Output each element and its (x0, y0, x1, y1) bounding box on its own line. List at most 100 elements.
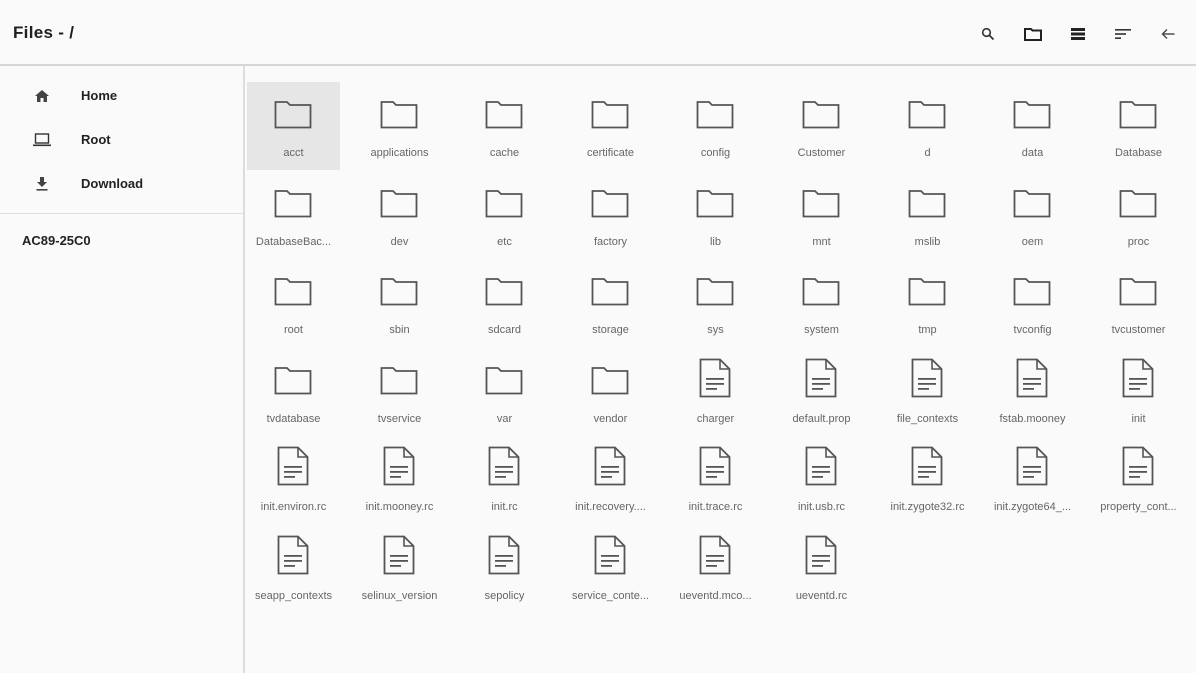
folder-item[interactable]: mslib (881, 171, 974, 259)
folder-item[interactable]: dev (353, 171, 446, 259)
folder-item[interactable]: config (669, 82, 762, 170)
folder-item[interactable]: sbin (353, 259, 446, 347)
item-name: config (700, 147, 731, 159)
file-item[interactable]: fstab.mooney (986, 348, 1079, 436)
file-item[interactable]: default.prop (775, 348, 868, 436)
item-name: charger (696, 413, 735, 425)
folder-icon (591, 185, 629, 221)
folder-item[interactable]: d (881, 82, 974, 170)
file-item[interactable]: property_cont... (1092, 436, 1185, 524)
folder-item[interactable]: Database (1092, 82, 1185, 170)
folder-icon (908, 96, 946, 132)
folder-item[interactable]: oem (986, 171, 1079, 259)
folder-icon (1119, 185, 1157, 221)
folder-item[interactable]: etc (458, 171, 551, 259)
list-view-icon (1071, 28, 1085, 40)
folder-item[interactable]: sys (669, 259, 762, 347)
sort-button[interactable] (1113, 24, 1133, 44)
file-item[interactable]: init.usb.rc (775, 436, 868, 524)
folder-item[interactable]: mnt (775, 171, 868, 259)
folder-icon (696, 96, 734, 132)
folder-item[interactable]: var (458, 348, 551, 436)
file-item[interactable]: init.zygote64_... (986, 436, 1079, 524)
folder-item[interactable]: data (986, 82, 1079, 170)
file-item[interactable]: seapp_contexts (247, 525, 340, 613)
search-button[interactable] (978, 24, 998, 44)
folder-icon (591, 96, 629, 132)
folder-item[interactable]: cache (458, 82, 551, 170)
item-name: sys (707, 324, 724, 336)
item-name: init.trace.rc (688, 501, 743, 513)
file-icon (274, 444, 312, 488)
sidebar-item-device[interactable]: AC89-25C0 (22, 233, 91, 248)
folder-item[interactable]: tmp (881, 259, 974, 347)
folder-item[interactable]: certificate (564, 82, 657, 170)
folder-item[interactable]: acct (247, 82, 340, 170)
item-name: file_contexts (896, 413, 959, 425)
file-item[interactable]: ueventd.mco... (669, 525, 762, 613)
file-item[interactable]: ueventd.rc (775, 525, 868, 613)
file-item[interactable]: init.mooney.rc (353, 436, 446, 524)
file-icon (1119, 444, 1157, 488)
folder-item[interactable]: tvcustomer (1092, 259, 1185, 347)
file-item[interactable]: init.trace.rc (669, 436, 762, 524)
folder-icon (1013, 273, 1051, 309)
folder-item[interactable]: vendor (564, 348, 657, 436)
item-name: fstab.mooney (999, 413, 1066, 425)
file-icon (485, 533, 523, 577)
item-name: var (496, 413, 513, 425)
sidebar-divider (0, 213, 243, 214)
sidebar-item-home[interactable]: Home (0, 76, 243, 116)
folder-icon (802, 96, 840, 132)
sidebar-item-download[interactable]: Download (0, 164, 243, 204)
folder-icon (1013, 185, 1051, 221)
item-name: factory (593, 236, 627, 248)
back-button[interactable] (1158, 24, 1178, 44)
folder-item[interactable]: lib (669, 171, 762, 259)
list-view-button[interactable] (1068, 24, 1088, 44)
folder-item[interactable]: storage (564, 259, 657, 347)
file-icon (1013, 444, 1051, 488)
file-icon (908, 444, 946, 488)
folder-icon (696, 273, 734, 309)
folder-item[interactable]: sdcard (458, 259, 551, 347)
folder-icon (380, 96, 418, 132)
folder-item[interactable]: root (247, 259, 340, 347)
folder-item[interactable]: factory (564, 171, 657, 259)
new-folder-icon (1024, 28, 1042, 41)
sidebar-item-label: Home (81, 88, 118, 103)
file-item[interactable]: init (1092, 348, 1185, 436)
folder-icon (802, 185, 840, 221)
toolbar-actions (953, 24, 1178, 44)
file-icon (380, 533, 418, 577)
folder-item[interactable]: DatabaseBac... (247, 171, 340, 259)
file-item[interactable]: init.environ.rc (247, 436, 340, 524)
folder-item[interactable]: system (775, 259, 868, 347)
folder-item[interactable]: Customer (775, 82, 868, 170)
folder-item[interactable]: applications (353, 82, 446, 170)
file-item[interactable]: init.zygote32.rc (881, 436, 974, 524)
sidebar-item-label: Download (81, 176, 144, 191)
file-item[interactable]: init.recovery.... (564, 436, 657, 524)
sidebar-item-root[interactable]: Root (0, 120, 243, 160)
file-icon (696, 533, 734, 577)
folder-item[interactable]: tvdatabase (247, 348, 340, 436)
folder-item[interactable]: tvservice (353, 348, 446, 436)
file-item[interactable]: file_contexts (881, 348, 974, 436)
file-item[interactable]: sepolicy (458, 525, 551, 613)
folder-item[interactable]: proc (1092, 171, 1185, 259)
folder-icon (802, 273, 840, 309)
file-item[interactable]: charger (669, 348, 762, 436)
item-name: mslib (914, 236, 941, 248)
item-name: system (804, 324, 839, 336)
folder-item[interactable]: tvconfig (986, 259, 1079, 347)
page-title: Files - / (13, 23, 75, 42)
item-name: init (1131, 413, 1146, 425)
item-name: seapp_contexts (254, 590, 333, 602)
new-folder-button[interactable] (1023, 24, 1043, 44)
file-icon (485, 444, 523, 488)
file-item[interactable]: service_conte... (564, 525, 657, 613)
file-item[interactable]: selinux_version (353, 525, 446, 613)
file-item[interactable]: init.rc (458, 436, 551, 524)
folder-icon (485, 185, 523, 221)
